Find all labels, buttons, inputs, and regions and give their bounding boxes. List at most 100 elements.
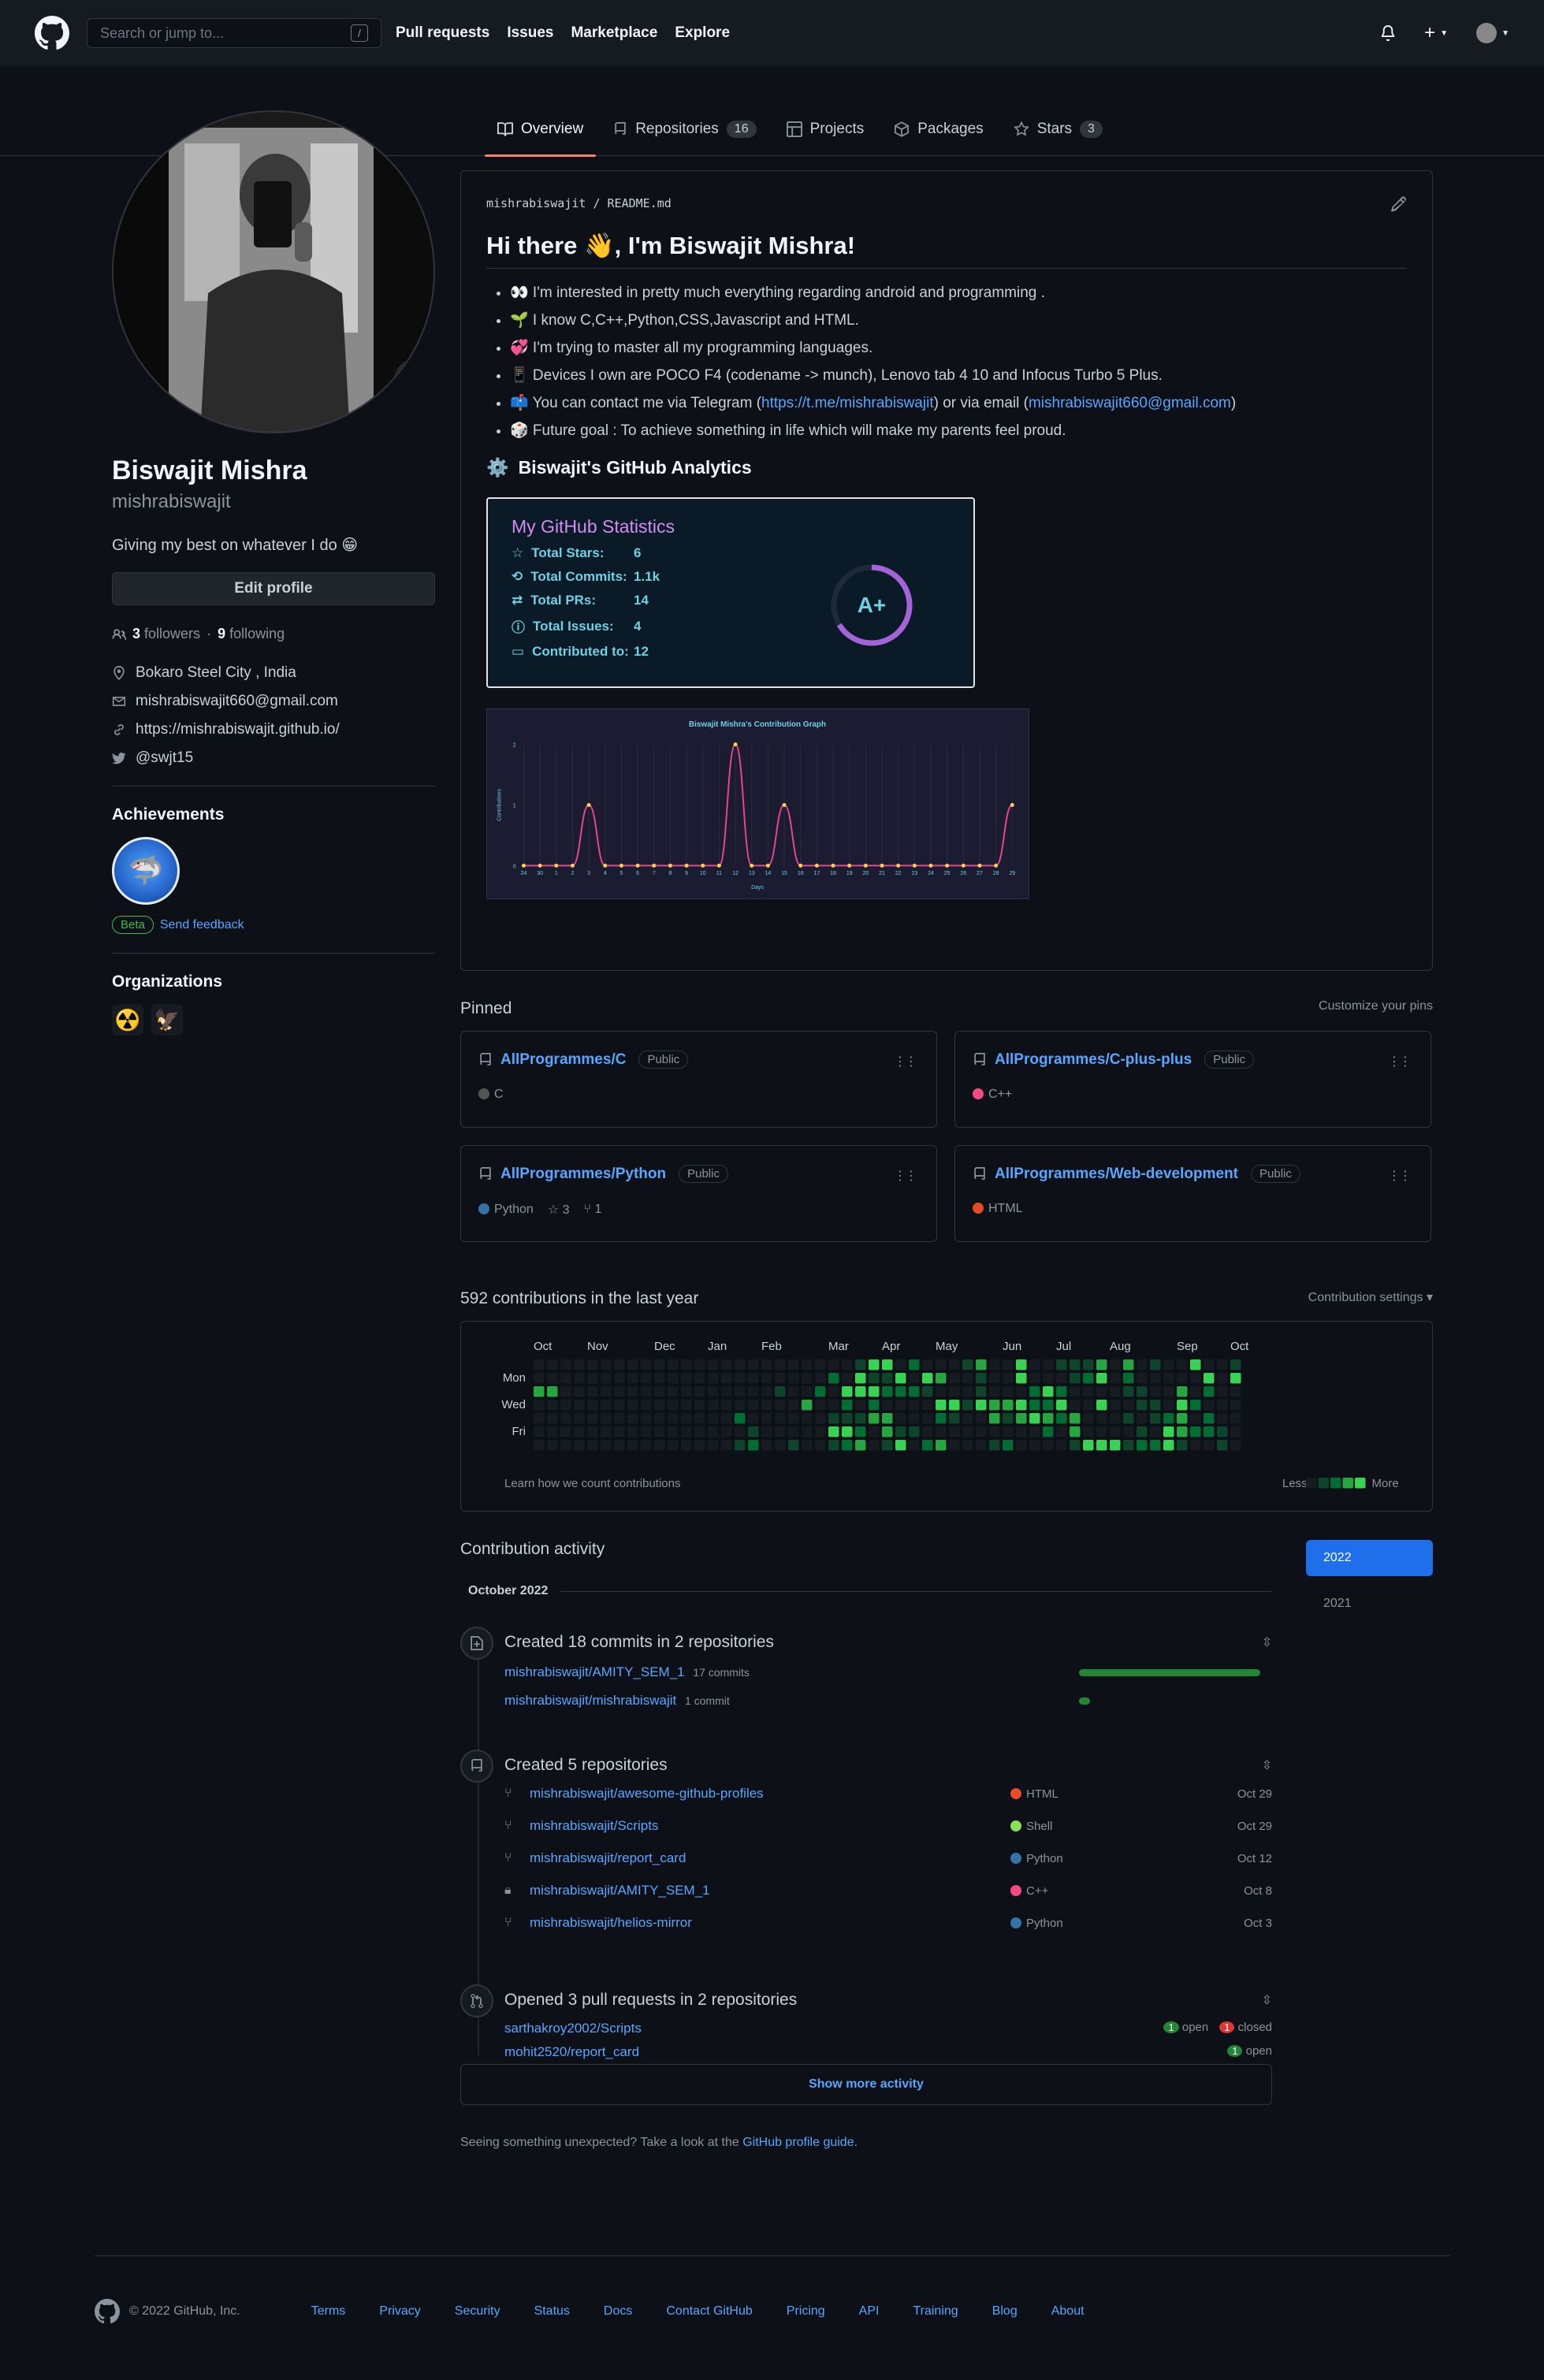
contribution-day[interactable] xyxy=(976,1426,987,1437)
contribution-day[interactable] xyxy=(735,1386,746,1397)
contribution-day[interactable] xyxy=(748,1426,759,1437)
contribution-day[interactable] xyxy=(708,1426,719,1437)
contribution-day[interactable] xyxy=(1204,1426,1215,1437)
contribution-day[interactable] xyxy=(1123,1373,1134,1384)
contribution-day[interactable] xyxy=(641,1440,652,1451)
contribution-day[interactable] xyxy=(574,1426,585,1437)
contribution-day[interactable] xyxy=(828,1386,839,1397)
contribution-day[interactable] xyxy=(1137,1373,1148,1384)
contribution-day[interactable] xyxy=(1070,1386,1081,1397)
contribution-day[interactable] xyxy=(1190,1386,1201,1397)
contribution-day[interactable] xyxy=(654,1426,665,1437)
contribution-day[interactable] xyxy=(1163,1373,1174,1384)
contribution-day[interactable] xyxy=(989,1359,1000,1370)
contribution-day[interactable] xyxy=(534,1426,545,1437)
contribution-day[interactable] xyxy=(1056,1373,1067,1384)
commit-repo-link[interactable]: mishrabiswajit/AMITY_SEM_1 xyxy=(504,1664,685,1679)
contribution-day[interactable] xyxy=(735,1373,746,1384)
contribution-day[interactable] xyxy=(949,1440,960,1451)
contribution-day[interactable] xyxy=(1190,1426,1201,1437)
contribution-day[interactable] xyxy=(802,1400,813,1411)
contribution-day[interactable] xyxy=(761,1400,772,1411)
contribution-day[interactable] xyxy=(815,1413,826,1424)
contribution-day[interactable] xyxy=(842,1386,853,1397)
contribution-day[interactable] xyxy=(1043,1413,1054,1424)
contribution-day[interactable] xyxy=(1016,1373,1027,1384)
contribution-day[interactable] xyxy=(694,1426,705,1437)
contribution-day[interactable] xyxy=(976,1413,987,1424)
contribution-day[interactable] xyxy=(1029,1373,1040,1384)
tab-packages[interactable]: Packages xyxy=(881,102,995,156)
contribution-day[interactable] xyxy=(936,1373,947,1384)
contribution-day[interactable] xyxy=(1003,1413,1014,1424)
contribution-day[interactable] xyxy=(560,1400,571,1411)
contribution-day[interactable] xyxy=(936,1413,947,1424)
contribution-day[interactable] xyxy=(828,1440,839,1451)
contribution-day[interactable] xyxy=(601,1440,612,1451)
contribution-day[interactable] xyxy=(627,1373,638,1384)
stars-link[interactable]: ☆ 3 xyxy=(548,1202,570,1218)
followers-link[interactable]: 3 followers xyxy=(132,626,200,642)
contribution-day[interactable] xyxy=(1016,1359,1027,1370)
contribution-day[interactable] xyxy=(1096,1440,1107,1451)
contribution-day[interactable] xyxy=(534,1386,545,1397)
contribution-day[interactable] xyxy=(855,1373,866,1384)
contribution-day[interactable] xyxy=(721,1373,732,1384)
email-row[interactable]: mishrabiswajit660@gmail.com xyxy=(112,693,435,710)
contribution-day[interactable] xyxy=(882,1426,893,1437)
contribution-day[interactable] xyxy=(708,1386,719,1397)
contribution-day[interactable] xyxy=(681,1440,692,1451)
contribution-day[interactable] xyxy=(614,1440,625,1451)
contribution-day[interactable] xyxy=(1110,1440,1121,1451)
contribution-day[interactable] xyxy=(601,1386,612,1397)
contribution-day[interactable] xyxy=(761,1359,772,1370)
footer-link-pricing[interactable]: Pricing xyxy=(787,2304,825,2319)
contribution-day[interactable] xyxy=(1190,1440,1201,1451)
contribution-day[interactable] xyxy=(815,1440,826,1451)
contribution-day[interactable] xyxy=(1123,1426,1134,1437)
contribution-day[interactable] xyxy=(1003,1400,1014,1411)
contribution-day[interactable] xyxy=(547,1400,558,1411)
github-logo-icon[interactable] xyxy=(35,16,69,50)
contribution-day[interactable] xyxy=(627,1413,638,1424)
contribution-day[interactable] xyxy=(869,1426,880,1437)
contribution-day[interactable] xyxy=(641,1373,652,1384)
contribution-day[interactable] xyxy=(1043,1426,1054,1437)
contribution-day[interactable] xyxy=(895,1413,906,1424)
contribution-day[interactable] xyxy=(1110,1413,1121,1424)
commit-count-link[interactable]: 17 commits xyxy=(693,1666,750,1679)
contribution-day[interactable] xyxy=(574,1386,585,1397)
contribution-day[interactable] xyxy=(654,1413,665,1424)
contribution-day[interactable] xyxy=(1043,1440,1054,1451)
footer-link-status[interactable]: Status xyxy=(534,2304,570,2319)
contribution-day[interactable] xyxy=(1163,1413,1174,1424)
contribution-day[interactable] xyxy=(1083,1386,1094,1397)
contribution-day[interactable] xyxy=(1003,1359,1014,1370)
contribution-day[interactable] xyxy=(1177,1413,1188,1424)
contribution-day[interactable] xyxy=(1150,1373,1161,1384)
contribution-day[interactable] xyxy=(1110,1386,1121,1397)
contribution-day[interactable] xyxy=(721,1440,732,1451)
contribution-day[interactable] xyxy=(895,1373,906,1384)
contribution-day[interactable] xyxy=(1150,1400,1161,1411)
contribution-day[interactable] xyxy=(1137,1440,1148,1451)
contribution-day[interactable] xyxy=(882,1359,893,1370)
contribution-day[interactable] xyxy=(601,1426,612,1437)
contribution-day[interactable] xyxy=(681,1359,692,1370)
contribution-day[interactable] xyxy=(1217,1413,1228,1424)
contribution-day[interactable] xyxy=(1070,1426,1081,1437)
achievement-badge[interactable]: 🦈 xyxy=(112,837,180,905)
contribution-day[interactable] xyxy=(587,1440,598,1451)
contribution-day[interactable] xyxy=(601,1413,612,1424)
contribution-day[interactable] xyxy=(962,1386,973,1397)
created-repo-link[interactable]: mishrabiswajit/awesome-github-profiles xyxy=(530,1786,1010,1802)
footer-link-api[interactable]: API xyxy=(859,2304,880,2319)
contribution-day[interactable] xyxy=(761,1413,772,1424)
contribution-day[interactable] xyxy=(949,1413,960,1424)
contribution-day[interactable] xyxy=(694,1359,705,1370)
contribution-day[interactable] xyxy=(1029,1426,1040,1437)
contribution-day[interactable] xyxy=(694,1400,705,1411)
contribution-day[interactable] xyxy=(1123,1440,1134,1451)
learn-contributions-link[interactable]: Learn how we count contributions xyxy=(504,1477,680,1490)
contribution-day[interactable] xyxy=(1217,1359,1228,1370)
